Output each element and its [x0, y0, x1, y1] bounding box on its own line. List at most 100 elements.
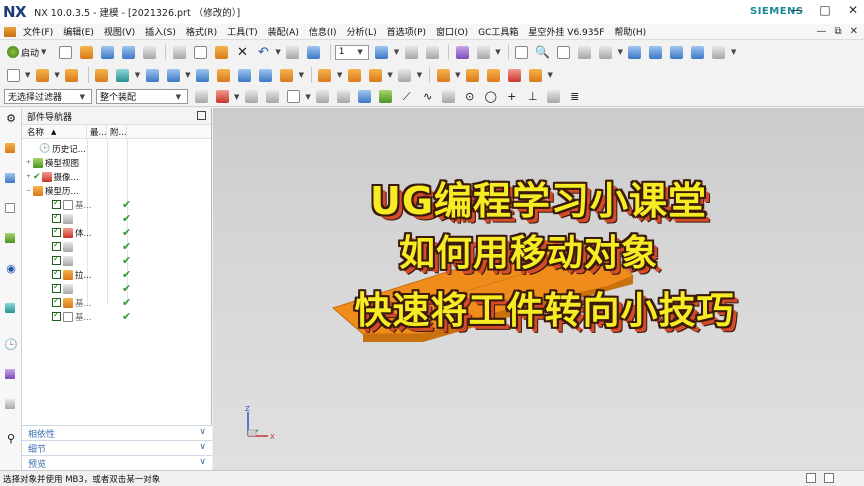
- chevron-down-icon[interactable]: ▼: [275, 48, 280, 56]
- doc-restore-button[interactable]: ⧉: [834, 26, 841, 37]
- trim-body-button[interactable]: [257, 66, 275, 84]
- menu-window[interactable]: 窗口(O): [431, 25, 473, 38]
- tree-node-model-history[interactable]: − 模型历...: [26, 184, 79, 197]
- cut-button[interactable]: [170, 43, 188, 61]
- feature-row-9[interactable]: 基...✔: [52, 310, 131, 323]
- settings-tab[interactable]: ⚙: [3, 110, 19, 126]
- feature-row-4[interactable]: ✔: [52, 240, 131, 253]
- section-dependencies[interactable]: 相依性 ∨: [22, 425, 212, 440]
- menu-gc-toolbox[interactable]: GC工具箱: [473, 25, 523, 38]
- visibility-checkbox[interactable]: [52, 254, 61, 265]
- chevron-down-icon[interactable]: ▼: [394, 48, 399, 56]
- fit-button[interactable]: [513, 43, 531, 61]
- chevron-down-icon[interactable]: ▼: [135, 71, 140, 79]
- offset-face-button[interactable]: [464, 66, 482, 84]
- visibility-checkbox[interactable]: [52, 198, 61, 209]
- doc-close-button[interactable]: ✕: [850, 26, 858, 37]
- visibility-checkbox[interactable]: [52, 226, 61, 237]
- unite-button[interactable]: [194, 66, 212, 84]
- boss-button[interactable]: [114, 66, 132, 84]
- view-iso-button[interactable]: [626, 43, 644, 61]
- selection-scope-select[interactable]: 整个装配 ▼: [96, 89, 188, 104]
- snap-curve-button[interactable]: ∿: [419, 88, 437, 106]
- refresh-button[interactable]: [305, 43, 323, 61]
- chevron-down-icon[interactable]: ▼: [548, 71, 553, 79]
- delete-face-button[interactable]: [506, 66, 524, 84]
- menu-view[interactable]: 视图(V): [99, 25, 140, 38]
- section-preview[interactable]: 预览 ∨: [22, 455, 212, 470]
- extrude-button[interactable]: [33, 66, 51, 84]
- chevron-down-icon[interactable]: ▼: [731, 48, 736, 56]
- type-filter-select[interactable]: 无选择过滤器 ▼: [4, 89, 92, 104]
- box-select-button[interactable]: [284, 88, 302, 106]
- feature-row-5[interactable]: ✔: [52, 254, 131, 267]
- measure-button[interactable]: [284, 43, 302, 61]
- zoom-button[interactable]: 🔍: [534, 43, 552, 61]
- pan-button[interactable]: [576, 43, 594, 61]
- snap-quadrant-button[interactable]: ◯: [482, 88, 500, 106]
- menu-file[interactable]: 文件(F): [18, 25, 58, 38]
- deselect-button[interactable]: [242, 88, 260, 106]
- rotate-button[interactable]: [555, 43, 573, 61]
- open-button[interactable]: [77, 43, 95, 61]
- minimize-button[interactable]: —: [790, 3, 804, 17]
- save-button[interactable]: [98, 43, 116, 61]
- chamfer-button[interactable]: [345, 66, 363, 84]
- pin-tab[interactable]: ⚲: [3, 430, 19, 446]
- menu-info[interactable]: 信息(I): [304, 25, 342, 38]
- part-navigator-tab[interactable]: [3, 200, 19, 216]
- copy-button[interactable]: [191, 43, 209, 61]
- snap-midpoint-button[interactable]: [440, 88, 458, 106]
- chevron-down-icon[interactable]: ▼: [455, 71, 460, 79]
- mirror-button[interactable]: [164, 66, 182, 84]
- subtract-button[interactable]: [215, 66, 233, 84]
- expand-icon[interactable]: +: [26, 173, 33, 180]
- paste-button[interactable]: [212, 43, 230, 61]
- visibility-checkbox[interactable]: [52, 296, 61, 307]
- background-button[interactable]: [710, 43, 728, 61]
- process-studio-tab[interactable]: [3, 396, 19, 412]
- chevron-down-icon[interactable]: ▼: [495, 48, 500, 56]
- save-as-button[interactable]: [119, 43, 137, 61]
- menu-tools[interactable]: 工具(T): [222, 25, 263, 38]
- layer-settings-button[interactable]: [373, 43, 391, 61]
- visibility-checkbox[interactable]: [52, 240, 61, 251]
- print-button[interactable]: [140, 43, 158, 61]
- work-layer-select[interactable]: 1 ▼: [334, 44, 369, 60]
- analysis-button[interactable]: [453, 43, 471, 61]
- chevron-down-icon[interactable]: ▼: [387, 71, 392, 79]
- fullscreen-icon[interactable]: [824, 473, 834, 483]
- chevron-down-icon[interactable]: ▼: [337, 71, 342, 79]
- maximize-navigator-button[interactable]: [197, 111, 206, 120]
- select-body-button[interactable]: [335, 88, 353, 106]
- view-top-button[interactable]: [668, 43, 686, 61]
- view-front-button[interactable]: [647, 43, 665, 61]
- menu-edit[interactable]: 编辑(E): [58, 25, 99, 38]
- move-object-button[interactable]: [423, 43, 441, 61]
- doc-minimize-button[interactable]: —: [816, 26, 826, 37]
- column-name[interactable]: 名称 ▲: [22, 125, 87, 138]
- menu-assembly[interactable]: 装配(A): [263, 25, 304, 38]
- snap-point-button[interactable]: ⊥: [524, 88, 542, 106]
- snap-existing-button[interactable]: [545, 88, 563, 106]
- chevron-down-icon[interactable]: ▼: [25, 71, 30, 79]
- edge-blend-button[interactable]: [316, 66, 334, 84]
- snap-line-button[interactable]: ⟋: [398, 88, 416, 106]
- select-all-button[interactable]: [213, 88, 231, 106]
- feature-row-8[interactable]: 基...✔: [52, 296, 131, 309]
- intersect-button[interactable]: [236, 66, 254, 84]
- sync-move-face-button[interactable]: [434, 66, 452, 84]
- wcs-button[interactable]: [402, 43, 420, 61]
- snap-center-button[interactable]: ⊙: [461, 88, 479, 106]
- tree-node-model-views[interactable]: + 模型视图: [26, 156, 79, 169]
- visibility-checkbox[interactable]: [52, 268, 61, 279]
- graphics-window[interactable]: UG编程学习小课堂 如何用移动对象 快速将工件转向小技巧 Z X: [213, 108, 864, 470]
- delete-button[interactable]: ✕: [233, 43, 251, 61]
- reuse-library-tab[interactable]: [3, 230, 19, 246]
- visibility-checkbox[interactable]: [52, 212, 61, 223]
- replace-face-button[interactable]: [485, 66, 503, 84]
- section-details[interactable]: 细节 ∨: [22, 440, 212, 455]
- split-body-button[interactable]: [278, 66, 296, 84]
- snap-intersection-button[interactable]: +: [503, 88, 521, 106]
- chevron-down-icon[interactable]: ▼: [305, 93, 310, 101]
